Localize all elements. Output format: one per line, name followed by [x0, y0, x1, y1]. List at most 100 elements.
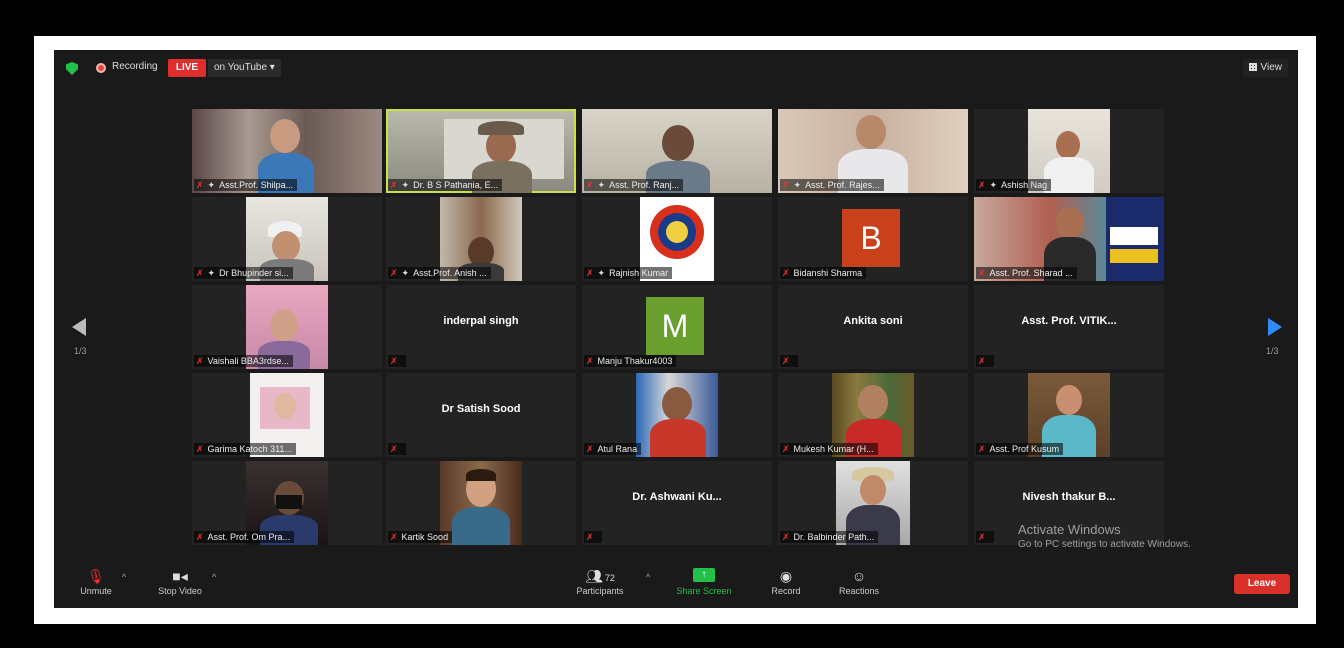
meeting-controls: 🎙︎ Unmute ^ ■◂ Stop Video ^ 👥︎ 72 Partici… — [54, 560, 1298, 608]
participants-options-chevron-icon[interactable]: ^ — [646, 572, 650, 582]
participant-name: ✗ Atul Rana — [584, 443, 642, 455]
participant-tile[interactable]: Dr Satish Sood ✗ — [386, 373, 576, 457]
recording-icon — [96, 63, 106, 73]
muted-mic-icon: ✗ — [390, 356, 398, 366]
participant-tile[interactable]: ✗ Kartik Sood — [386, 461, 576, 545]
participant-name: ✗ — [584, 531, 602, 543]
participant-display-name: Ankita soni — [843, 315, 903, 327]
participant-name: ✗ Dr. Balbinder Path... — [780, 531, 879, 543]
participant-name: ✗ — [976, 531, 994, 543]
muted-mic-icon: ✗ — [390, 180, 398, 190]
watermark-subtitle: Go to PC settings to activate Windows. — [1018, 539, 1191, 550]
grid-icon — [1248, 63, 1257, 71]
participant-name: ✗ ✦ Asst.Prof. Shilpa... — [194, 179, 298, 191]
muted-mic-icon: ✗ — [586, 268, 594, 278]
participant-tile[interactable]: ✗ ✦ Rajnish Kumar — [582, 197, 772, 281]
page-indicator-left: 1/3 — [74, 346, 87, 356]
participant-tile[interactable]: ✗ ✦ Asst. Prof. Rajes... — [778, 109, 968, 193]
record-button[interactable]: ◉ Record — [762, 568, 810, 596]
muted-mic-icon: ✗ — [196, 444, 204, 454]
leave-button[interactable]: Leave — [1234, 574, 1290, 594]
video-options-chevron-icon[interactable]: ^ — [212, 572, 216, 582]
participant-name: ✗ Garima Katoch 311... — [194, 443, 296, 455]
reactions-button[interactable]: ☺ Reactions — [832, 568, 886, 596]
watermark-title: Activate Windows — [1018, 522, 1121, 537]
participant-name: ✗ ✦ Asst. Prof. Rajes... — [780, 179, 884, 191]
participant-tile-active-speaker[interactable]: ✗ ✦ Dr. B S Pathania, E... — [386, 109, 576, 193]
participant-tile[interactable]: ✗ Asst. Prof Kusum — [974, 373, 1164, 457]
pin-icon: ✦ — [989, 180, 998, 190]
participant-display-name: Nivesh thakur B... — [1022, 491, 1116, 503]
muted-microphone-icon: 🎙︎ — [87, 568, 105, 584]
participant-tile[interactable]: ✗ Vaishali BBA3rdse... — [192, 285, 382, 369]
pin-icon: ✦ — [597, 268, 606, 278]
page-indicator-right: 1/3 — [1266, 346, 1279, 356]
muted-mic-icon: ✗ — [586, 180, 594, 190]
participant-tile[interactable]: ✗ ✦ Asst.Prof. Anish ... — [386, 197, 576, 281]
participant-name: ✗ ✦ Dr. B S Pathania, E... — [388, 179, 503, 191]
top-bar: Recording LIVE on YouTube ▾ View — [54, 50, 1298, 86]
pin-icon: ✦ — [401, 180, 410, 190]
participant-tile[interactable]: B ✗ Bidanshi Sharma — [778, 197, 968, 281]
muted-mic-icon: ✗ — [586, 356, 594, 366]
participant-video — [636, 373, 718, 457]
participant-tile[interactable]: Dr. Ashwani Ku... ✗ — [582, 461, 772, 545]
participant-name: ✗ Bidanshi Sharma — [780, 267, 867, 279]
participant-display-name: Asst. Prof. VITIK... — [1021, 315, 1117, 327]
record-label: Record — [771, 586, 801, 596]
participant-display-name: inderpal singh — [443, 315, 519, 327]
muted-mic-icon: ✗ — [196, 532, 204, 542]
participants-button[interactable]: 👥︎ 72 Participants — [570, 568, 630, 596]
view-button[interactable]: View — [1242, 59, 1288, 77]
windows-activation-watermark: Activate Windows Go to PC settings to ac… — [1018, 522, 1191, 550]
participant-name: ✗ ✦ Dr Bhupinder si... — [194, 267, 293, 279]
participant-tile[interactable]: ✗ Atul Rana — [582, 373, 772, 457]
encryption-shield-icon[interactable] — [66, 62, 78, 75]
participant-name: ✗ ✦ Asst.Prof. Anish ... — [388, 267, 491, 279]
participant-tile[interactable]: ✗ ✦ Asst. Prof. Ranj... — [582, 109, 772, 193]
audio-options-chevron-icon[interactable]: ^ — [122, 572, 126, 582]
next-page-arrow-icon[interactable] — [1268, 318, 1282, 336]
muted-mic-icon: ✗ — [390, 532, 398, 542]
live-badge: LIVE — [168, 59, 206, 77]
participant-tile[interactable]: inderpal singh ✗ — [386, 285, 576, 369]
stop-video-button[interactable]: ■◂ Stop Video — [150, 568, 210, 596]
participant-tile[interactable]: ✗ Dr. Balbinder Path... — [778, 461, 968, 545]
participant-name: ✗ Asst. Prof. Sharad ... — [976, 267, 1077, 279]
participant-tile[interactable]: Ankita soni ✗ — [778, 285, 968, 369]
participant-display-name: Dr. Ashwani Ku... — [632, 491, 722, 503]
muted-mic-icon: ✗ — [196, 268, 204, 278]
participant-tile[interactable]: M ✗ Manju Thakur4003 — [582, 285, 772, 369]
share-screen-button[interactable]: ↑ Share Screen — [670, 568, 738, 596]
participants-count: 72 — [604, 573, 615, 583]
participant-gallery: ✗ ✦ Asst.Prof. Shilpa... ✗ ✦ Dr. B S Pathani… — [192, 109, 1164, 547]
participant-name: ✗ Asst. Prof. Om Pra... — [194, 531, 295, 543]
view-label: View — [1260, 62, 1283, 73]
muted-mic-icon: ✗ — [196, 180, 204, 190]
participant-tile[interactable]: ✗ Mukesh Kumar (H... — [778, 373, 968, 457]
muted-mic-icon: ✗ — [586, 444, 594, 454]
participant-video — [440, 461, 522, 545]
participant-tile[interactable]: ✗ Asst. Prof. Om Pra... — [192, 461, 382, 545]
unmute-button[interactable]: 🎙︎ Unmute — [72, 568, 120, 596]
participants-icon: 👥︎ 72 — [585, 568, 615, 584]
muted-mic-icon: ✗ — [782, 532, 790, 542]
participant-tile[interactable]: ✗ ✦ Dr Bhupinder si... — [192, 197, 382, 281]
participant-tile[interactable]: Asst. Prof. VITIK... ✗ — [974, 285, 1164, 369]
previous-page-arrow-icon[interactable] — [72, 318, 86, 336]
participant-tile[interactable]: ✗ Asst. Prof. Sharad ... — [974, 197, 1164, 281]
record-icon: ◉ — [779, 568, 793, 584]
reactions-label: Reactions — [838, 586, 880, 596]
muted-mic-icon: ✗ — [390, 444, 398, 454]
stream-target-dropdown[interactable]: on YouTube ▾ — [208, 59, 281, 77]
participant-tile[interactable]: ✗ ✦ Ashish Nag — [974, 109, 1164, 193]
participant-tile[interactable]: ✗ Garima Katoch 311... — [192, 373, 382, 457]
muted-mic-icon: ✗ — [782, 268, 790, 278]
muted-mic-icon: ✗ — [978, 356, 986, 366]
participant-tile[interactable]: ✗ ✦ Asst.Prof. Shilpa... — [192, 109, 382, 193]
participant-name: ✗ ✦ Ashish Nag — [976, 179, 1052, 191]
participant-name: ✗ — [780, 355, 798, 367]
muted-mic-icon: ✗ — [978, 268, 986, 278]
zoom-meeting-window: Recording LIVE on YouTube ▾ View 1/3 1/3… — [54, 50, 1298, 608]
participant-name: ✗ Vaishali BBA3rdse... — [194, 355, 293, 367]
